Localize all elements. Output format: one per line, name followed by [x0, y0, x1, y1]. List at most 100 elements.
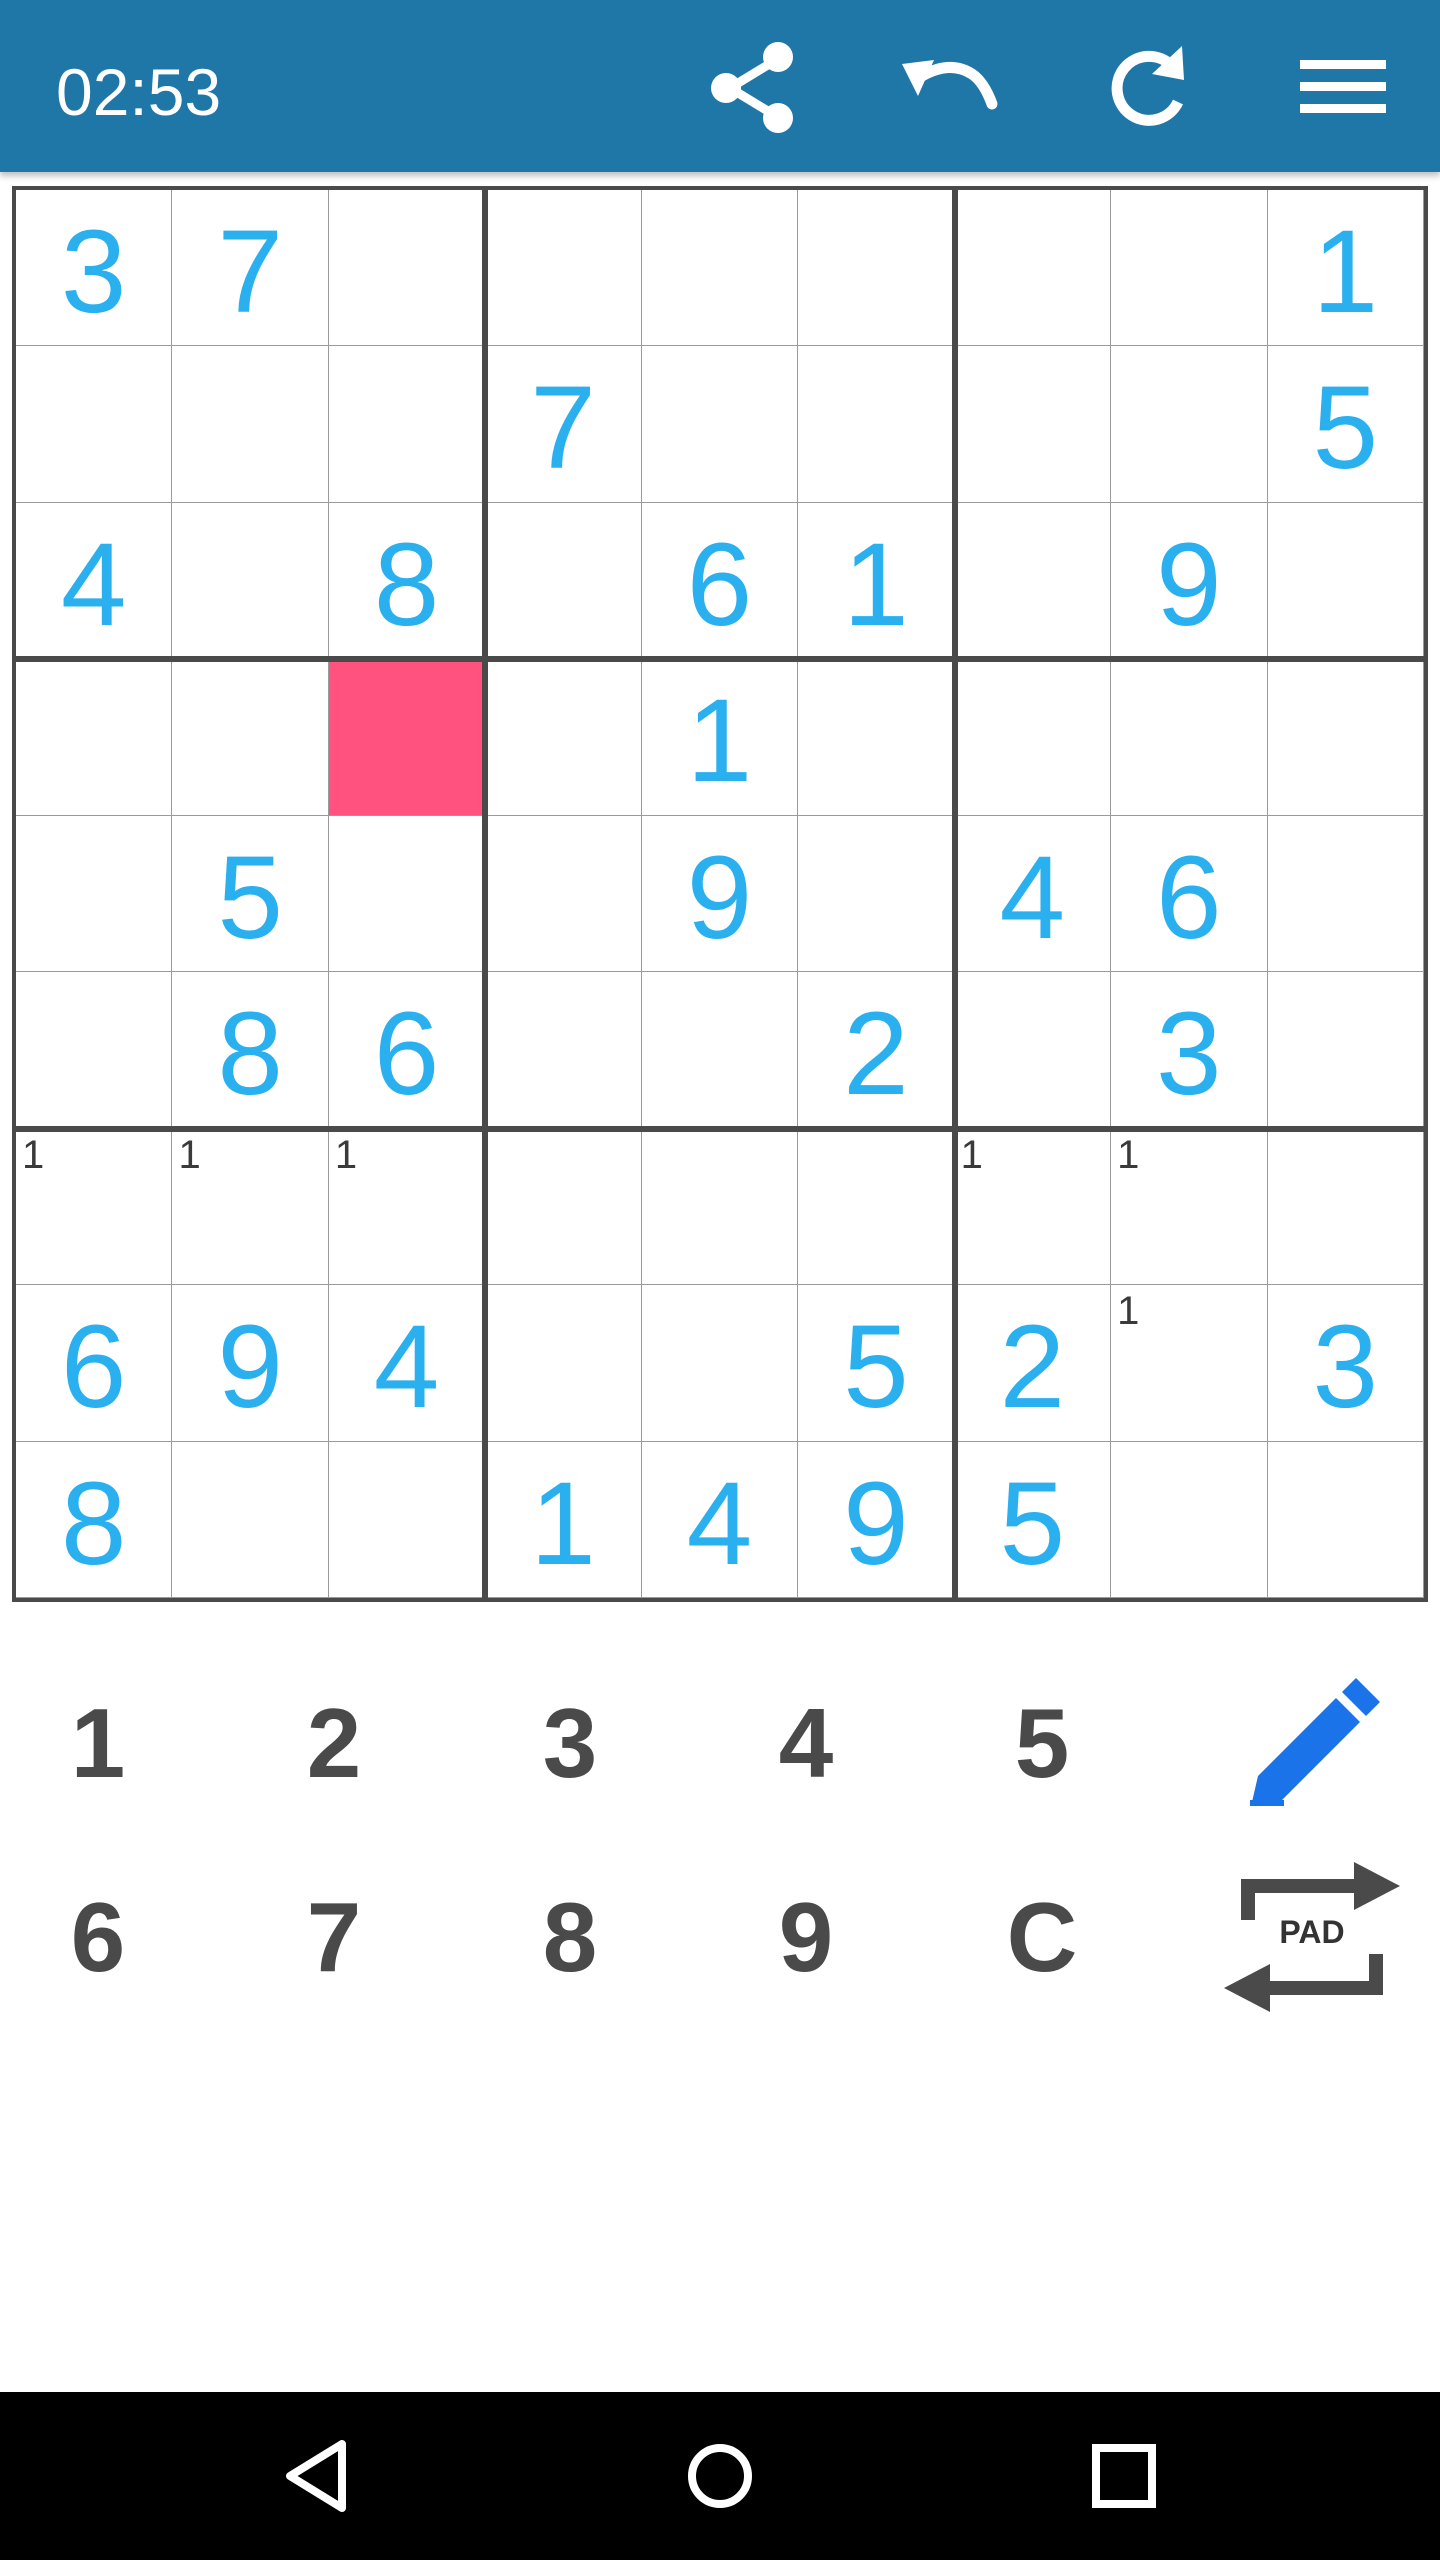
sudoku-cell-r6-c2[interactable]: 8 [172, 972, 329, 1129]
clear-key[interactable]: C [962, 1862, 1122, 2012]
sudoku-cell-r8-c3[interactable]: 4 [328, 1285, 486, 1442]
sudoku-cell-r1-c9[interactable]: 1 [1267, 190, 1424, 347]
home-button[interactable] [670, 2426, 770, 2526]
sudoku-cell-r4-c8[interactable] [1111, 659, 1268, 816]
sudoku-cell-r6-c4[interactable] [485, 972, 642, 1129]
sudoku-cell-r4-c6[interactable] [798, 659, 955, 816]
sudoku-cell-r7-c3[interactable]: 1 [328, 1128, 486, 1286]
sudoku-cell-r7-c8[interactable]: 1 [1111, 1128, 1268, 1286]
sudoku-cell-r5-c3[interactable] [328, 815, 486, 973]
sudoku-cell-r5-c2[interactable]: 5 [172, 815, 329, 973]
back-button[interactable] [268, 2426, 368, 2526]
sudoku-cell-r2-c9[interactable]: 5 [1267, 346, 1424, 503]
sudoku-cell-r5-c6[interactable] [798, 815, 955, 973]
sudoku-cell-r1-c5[interactable] [641, 190, 799, 347]
sudoku-cell-r9-c8[interactable] [1111, 1441, 1268, 1598]
sudoku-cell-r6-c8[interactable]: 3 [1111, 972, 1268, 1129]
sudoku-cell-r5-c5[interactable]: 9 [641, 815, 799, 973]
sudoku-cell-r5-c7[interactable]: 4 [954, 815, 1112, 973]
sudoku-cell-r6-c6[interactable]: 2 [798, 972, 955, 1129]
sudoku-cell-r2-c2[interactable] [172, 346, 329, 503]
sudoku-cell-r9-c3[interactable] [328, 1441, 486, 1598]
sudoku-cell-r7-c5[interactable] [641, 1128, 799, 1286]
sudoku-cell-r9-c5[interactable]: 4 [641, 1441, 799, 1598]
sudoku-cell-r4-c5[interactable]: 1 [641, 659, 799, 816]
sudoku-cell-r3-c6[interactable]: 1 [798, 502, 955, 660]
key-6[interactable]: 6 [18, 1862, 178, 2012]
sudoku-cell-r4-c1[interactable] [16, 659, 173, 816]
key-3[interactable]: 3 [490, 1668, 650, 1818]
sudoku-cell-r2-c4[interactable]: 7 [485, 346, 642, 503]
sudoku-cell-r5-c8[interactable]: 6 [1111, 815, 1268, 973]
sudoku-cell-r1-c1[interactable]: 3 [16, 190, 173, 347]
sudoku-cell-r4-c4[interactable] [485, 659, 642, 816]
sudoku-cell-r5-c9[interactable] [1267, 815, 1424, 973]
sudoku-cell-r8-c4[interactable] [485, 1285, 642, 1442]
sudoku-cell-r9-c6[interactable]: 9 [798, 1441, 955, 1598]
sudoku-cell-r4-c3[interactable] [328, 659, 486, 816]
sudoku-cell-r2-c6[interactable] [798, 346, 955, 503]
sudoku-cell-r9-c7[interactable]: 5 [954, 1441, 1112, 1598]
sudoku-cell-r4-c7[interactable] [954, 659, 1112, 816]
sudoku-cell-r9-c1[interactable]: 8 [16, 1441, 173, 1598]
sudoku-cell-r3-c9[interactable] [1267, 502, 1424, 660]
sudoku-cell-r7-c6[interactable] [798, 1128, 955, 1286]
key-9[interactable]: 9 [726, 1862, 886, 2012]
sudoku-cell-r2-c8[interactable] [1111, 346, 1268, 503]
sudoku-cell-r5-c1[interactable] [16, 815, 173, 973]
undo-button[interactable] [888, 30, 1008, 142]
sudoku-cell-r1-c2[interactable]: 7 [172, 190, 329, 347]
sudoku-cell-r6-c9[interactable] [1267, 972, 1424, 1129]
sudoku-cell-r4-c9[interactable] [1267, 659, 1424, 816]
sudoku-cell-r2-c3[interactable] [328, 346, 486, 503]
key-7[interactable]: 7 [254, 1862, 414, 2012]
sudoku-cell-r1-c8[interactable] [1111, 190, 1268, 347]
sudoku-cell-r8-c6[interactable]: 5 [798, 1285, 955, 1442]
key-2[interactable]: 2 [254, 1668, 414, 1818]
sudoku-cell-r5-c4[interactable] [485, 815, 642, 973]
sudoku-cell-r3-c5[interactable]: 6 [641, 502, 799, 660]
sudoku-cell-r6-c3[interactable]: 6 [328, 972, 486, 1129]
sudoku-cell-r1-c3[interactable] [328, 190, 486, 347]
sudoku-cell-r7-c2[interactable]: 1 [172, 1128, 329, 1286]
sudoku-cell-r6-c7[interactable] [954, 972, 1112, 1129]
sudoku-cell-r9-c4[interactable]: 1 [485, 1441, 642, 1598]
recents-button[interactable] [1074, 2426, 1174, 2526]
sudoku-cell-r1-c4[interactable] [485, 190, 642, 347]
sudoku-cell-r1-c7[interactable] [954, 190, 1112, 347]
sudoku-cell-r3-c4[interactable] [485, 502, 642, 660]
sudoku-cell-r3-c3[interactable]: 8 [328, 502, 486, 660]
sudoku-cell-r8-c1[interactable]: 6 [16, 1285, 173, 1442]
key-8[interactable]: 8 [490, 1862, 650, 2012]
sudoku-cell-r8-c8[interactable]: 1 [1111, 1285, 1268, 1442]
sudoku-cell-r7-c4[interactable] [485, 1128, 642, 1286]
sudoku-cell-r2-c7[interactable] [954, 346, 1112, 503]
sudoku-cell-r6-c1[interactable] [16, 972, 173, 1129]
sudoku-cell-r7-c1[interactable]: 1 [16, 1128, 173, 1286]
sudoku-cell-r8-c7[interactable]: 2 [954, 1285, 1112, 1442]
key-5[interactable]: 5 [962, 1668, 1122, 1818]
sudoku-cell-r8-c2[interactable]: 9 [172, 1285, 329, 1442]
sudoku-cell-r7-c7[interactable]: 1 [954, 1128, 1112, 1286]
share-button[interactable] [692, 30, 812, 142]
sudoku-cell-r8-c5[interactable] [641, 1285, 799, 1442]
sudoku-cell-r3-c1[interactable]: 4 [16, 502, 173, 660]
sudoku-cell-r7-c9[interactable] [1267, 1128, 1424, 1286]
sudoku-cell-r2-c5[interactable] [641, 346, 799, 503]
menu-button[interactable] [1282, 30, 1402, 142]
sudoku-cell-r4-c2[interactable] [172, 659, 329, 816]
sudoku-cell-r2-c1[interactable] [16, 346, 173, 503]
pencil-mode-button[interactable] [1236, 1666, 1388, 1818]
pad-toggle-button[interactable]: PAD [1220, 1856, 1404, 2018]
redo-button[interactable] [1086, 30, 1206, 142]
key-4[interactable]: 4 [726, 1668, 886, 1818]
sudoku-cell-r1-c6[interactable] [798, 190, 955, 347]
sudoku-cell-r3-c2[interactable] [172, 502, 329, 660]
sudoku-cell-r9-c9[interactable] [1267, 1441, 1424, 1598]
sudoku-cell-r9-c2[interactable] [172, 1441, 329, 1598]
sudoku-cell-r8-c9[interactable]: 3 [1267, 1285, 1424, 1442]
sudoku-cell-r3-c7[interactable] [954, 502, 1112, 660]
sudoku-cell-r3-c8[interactable]: 9 [1111, 502, 1268, 660]
key-1[interactable]: 1 [18, 1668, 178, 1818]
sudoku-cell-r6-c5[interactable] [641, 972, 799, 1129]
